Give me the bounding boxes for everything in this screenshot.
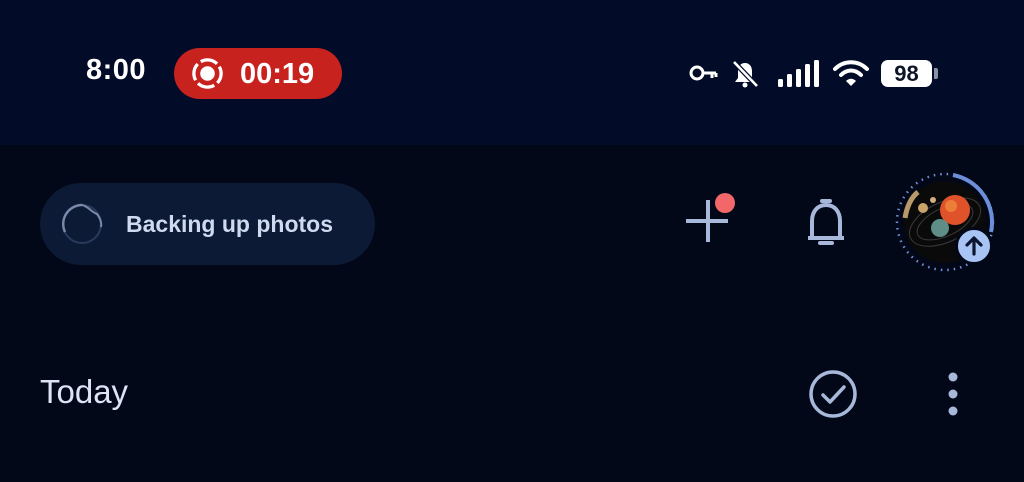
- backup-status-chip[interactable]: Backing up photos: [40, 183, 375, 265]
- backup-progress-icon: [62, 203, 103, 244]
- backup-status-label: Backing up photos: [126, 211, 333, 237]
- recording-timer: 00:19: [240, 58, 315, 90]
- photos-screen: 8:00 00:19 98 Backing up photos Today: [0, 0, 1024, 482]
- notification-dot: [715, 193, 735, 213]
- screen-recording-indicator[interactable]: 00:19: [174, 48, 342, 99]
- section-title-today: Today: [40, 373, 129, 410]
- upload-badge: [955, 227, 993, 265]
- signal-icon: [778, 60, 819, 87]
- battery-level: 98: [894, 61, 919, 86]
- status-bar: 8:00 00:19 98: [0, 0, 1024, 145]
- wifi-icon: [833, 60, 869, 86]
- screen-record-icon: [192, 58, 223, 89]
- mute-icon: [732, 60, 759, 88]
- select-check-icon[interactable]: [806, 367, 860, 421]
- bell-icon[interactable]: [798, 194, 854, 250]
- battery-icon: 98: [881, 60, 932, 87]
- upload-icon: [965, 236, 983, 256]
- more-vert-icon[interactable]: [932, 367, 974, 421]
- battery-cap: [934, 68, 938, 79]
- status-time: 8:00: [86, 54, 147, 86]
- vpn-key-icon: [689, 65, 718, 81]
